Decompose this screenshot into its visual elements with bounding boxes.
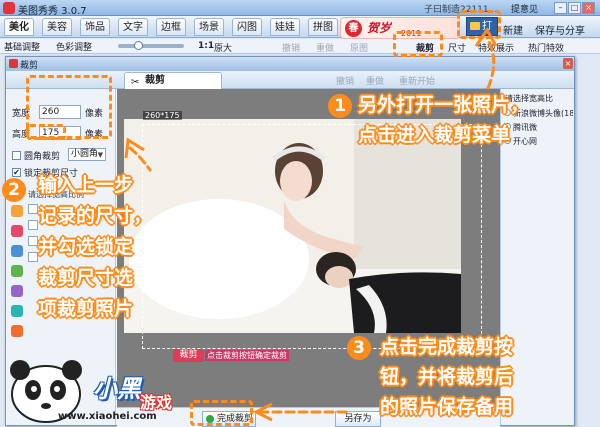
step-1-line-2: 点击进入裁剪菜单	[358, 124, 511, 146]
step-2-badge: 2	[2, 178, 26, 202]
logo-url: www.xiaohei.com	[58, 411, 157, 422]
step-1-badge: 1	[328, 94, 352, 118]
step-3-badge: 3	[347, 336, 371, 360]
logo-name: 小黑	[93, 375, 141, 403]
step-2-line-4: 裁剪尺寸选	[38, 267, 134, 289]
step-2-line-2: 记录的尺寸，	[38, 205, 153, 227]
step-3-line-2: 钮，并将裁剪后	[380, 366, 514, 388]
step-3-line-3: 的照片保存备用	[380, 396, 514, 418]
logo-tagline: 游戏	[140, 393, 173, 412]
step-2-line-5: 项裁剪照片	[38, 298, 134, 320]
step-2-line-3: 并勾选锁定	[38, 236, 134, 258]
step-1-line-1: 另外打开一张照片，	[358, 94, 530, 116]
step-3-line-1: 点击完成裁剪按	[380, 336, 514, 358]
step-2-line-1: 输入上一步	[38, 174, 134, 196]
